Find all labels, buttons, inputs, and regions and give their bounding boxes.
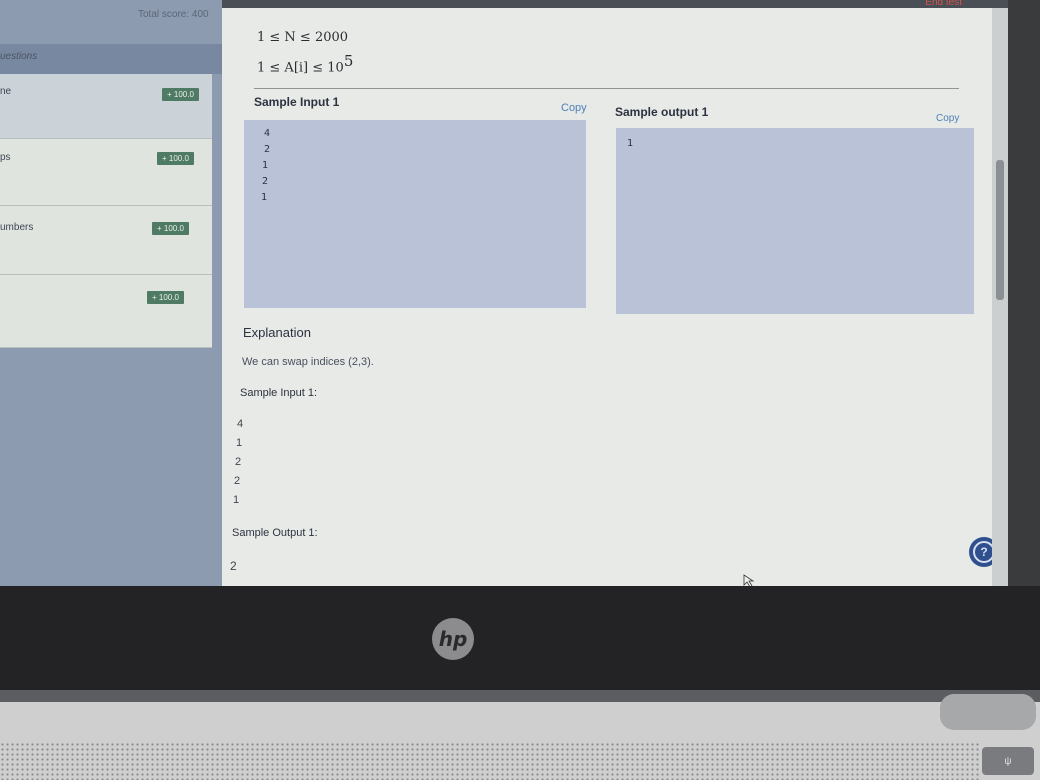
questions-header: uestions	[0, 44, 222, 74]
screen: End test Total score: 400 uestions ne + …	[0, 0, 1040, 586]
laptop-bezel	[0, 586, 1040, 690]
divider	[254, 88, 959, 89]
explanation-text: We can swap indices (2,3).	[242, 356, 374, 368]
input-line: 4	[264, 128, 271, 139]
extra-input-line: 2	[235, 456, 242, 468]
power-icon: ψ	[1004, 755, 1012, 767]
input-line: 2	[264, 144, 271, 155]
extra-input-line: 1	[236, 437, 243, 449]
mouse-cursor-icon	[743, 574, 755, 586]
laptop-hinge	[0, 690, 1040, 702]
score-badge: + 100.0	[152, 222, 189, 235]
sidebar-question-1[interactable]: ne + 100.0	[0, 74, 212, 139]
scrollbar-thumb[interactable]	[996, 160, 1004, 300]
copy-input-button[interactable]: Copy	[561, 102, 587, 114]
questions-label: uestions	[0, 51, 38, 62]
hp-logo: hp	[432, 618, 474, 660]
power-key[interactable]: ψ	[982, 747, 1034, 775]
score-badge: + 100.0	[147, 291, 184, 304]
sample-input-title: Sample Input 1	[254, 95, 340, 109]
sidebar-question-3[interactable]: umbers + 100.0	[0, 206, 212, 275]
constraint-a: 1 ≤ A[i] ≤ 105	[257, 52, 354, 76]
score-badge: + 100.0	[162, 88, 199, 101]
total-score: Total score: 400	[138, 9, 209, 20]
input-line: 2	[262, 176, 269, 187]
sidebar-question-2[interactable]: ps + 100.0	[0, 139, 212, 206]
question-title: ps	[0, 152, 11, 163]
sidebar-question-4[interactable]: + 100.0	[0, 275, 212, 348]
extra-input-line: 1	[233, 494, 240, 506]
hinge-cap	[940, 694, 1036, 730]
extra-input-line: 4	[237, 418, 244, 430]
screen-bezel-right	[1008, 0, 1040, 586]
end-test-button[interactable]: End test	[925, 0, 962, 8]
extra-output-title: Sample Output 1:	[232, 527, 318, 539]
extra-input-line: 2	[234, 475, 241, 487]
output-line: 1	[627, 138, 634, 149]
sample-output-title: Sample output 1	[615, 105, 709, 119]
question-title: ne	[0, 86, 12, 97]
speaker-grille	[0, 742, 980, 780]
question-sidebar: Total score: 400 uestions ne + 100.0 ps …	[0, 0, 222, 586]
copy-output-button[interactable]: Copy	[936, 113, 959, 124]
question-title: umbers	[0, 222, 34, 233]
input-line: 1	[262, 160, 269, 171]
sample-input-box[interactable]	[244, 120, 586, 308]
input-line: 1	[261, 192, 268, 203]
score-badge: + 100.0	[157, 152, 194, 165]
constraint-n: 1 ≤ N ≤ 2000	[257, 30, 349, 45]
explanation-title: Explanation	[243, 325, 311, 340]
extra-input-title: Sample Input 1:	[240, 387, 318, 399]
sample-output-box[interactable]	[616, 128, 974, 314]
extra-output-line: 2	[230, 559, 237, 573]
